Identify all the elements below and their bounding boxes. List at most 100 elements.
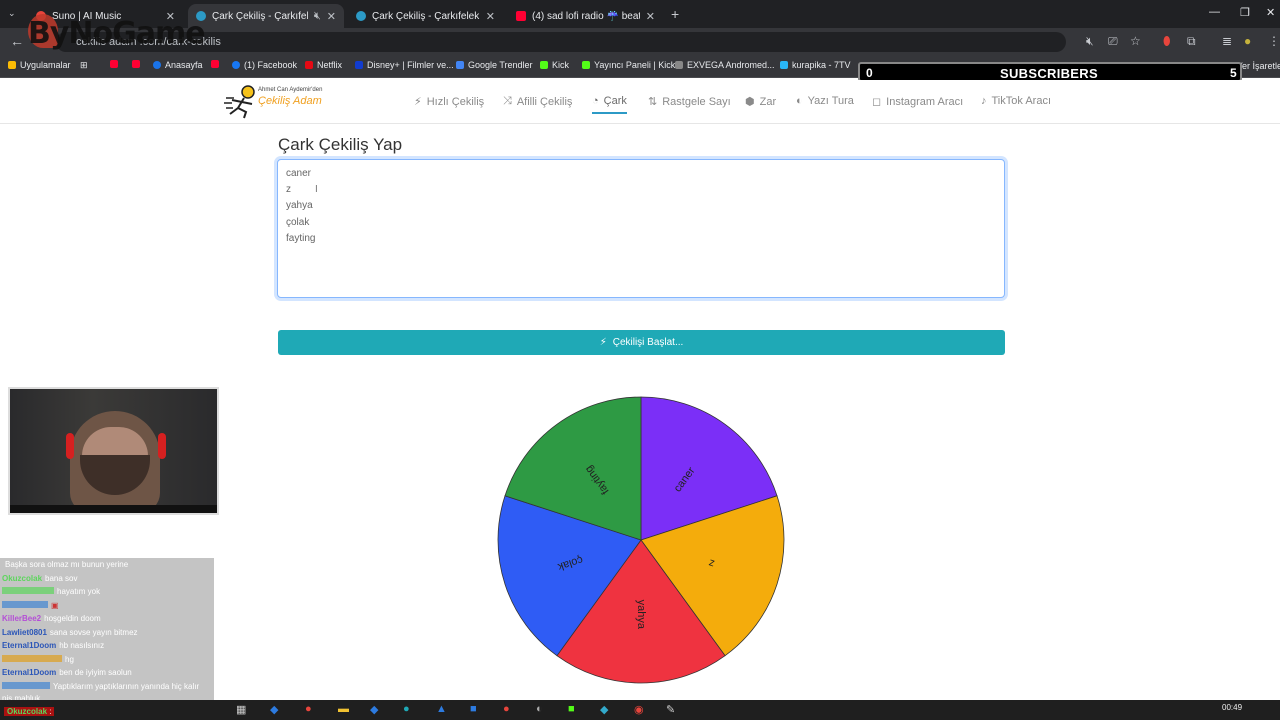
- chat-text: hg: [65, 654, 74, 664]
- tab-cark-cekilis[interactable]: Çark Çekiliş - Çarkıfelek - Hızlı Ç ✕: [348, 4, 503, 28]
- prize-wheel[interactable]: canerzyahyaçolakfayting: [496, 395, 786, 685]
- taskbar-app-icon[interactable]: ◆: [600, 703, 608, 716]
- shuffle-icon: ⤨: [503, 95, 512, 107]
- minimize-icon[interactable]: —: [1209, 6, 1220, 18]
- extensions-puzzle-icon[interactable]: ⧉: [1187, 34, 1196, 49]
- bookmark-7tv[interactable]: kurapika - 7TV: [780, 60, 851, 70]
- taskbar-app-icon[interactable]: ◆: [370, 703, 378, 716]
- chat-username: Eternal1Doom: [2, 668, 57, 677]
- taskbar-app-icon[interactable]: ■: [470, 703, 477, 715]
- bookmark-star-icon[interactable]: ☆: [1130, 34, 1141, 48]
- bookmark-anasayfa[interactable]: Anasayfa: [153, 60, 203, 70]
- bookmark-label: Yayıncı Paneli | Kick: [594, 60, 676, 70]
- close-tab-icon[interactable]: ✕: [486, 10, 495, 23]
- taskbar-app-icon[interactable]: ●: [503, 703, 510, 715]
- address-bar[interactable]: cekilis adam .com/cark-cekilis: [56, 32, 1066, 52]
- subscribers-start-count: 0: [866, 66, 873, 80]
- nav-label: TikTok Aracı: [991, 95, 1052, 107]
- taskbar-app-icon[interactable]: ◉: [634, 703, 644, 716]
- cast-icon[interactable]: ⎚: [1108, 34, 1118, 49]
- bookmark-grid[interactable]: ⊞: [80, 60, 88, 71]
- bookmark-label: kurapika - 7TV: [792, 60, 851, 70]
- entries-textarea[interactable]: caner zI yahya çolak fayting: [277, 159, 1005, 298]
- bookmark-disney[interactable]: Disney+ | Filmler ve...: [355, 60, 454, 70]
- taskbar-app-icon[interactable]: ▬: [338, 703, 349, 715]
- taskbar-app-icon[interactable]: ●: [403, 703, 410, 715]
- site-navbar: Ahmet Can Aydemir'den Çekiliş Adam ⚡︎ Hız…: [0, 80, 1280, 124]
- disney-icon: [355, 61, 363, 69]
- nav-rastgele-sayi[interactable]: ⇅ Rastgele Sayı: [648, 95, 731, 109]
- chat-username: Okuzcolak: [2, 573, 43, 583]
- taskbar-app-icon[interactable]: ■: [568, 703, 575, 715]
- os-taskbar: Okuzcolak : ▦ ◆ ● ▬ ◆ ● ▲ ■ ● ◐ ■ ◆ ◉ ✎ …: [0, 700, 1280, 720]
- taskbar-app-icon[interactable]: ◆: [270, 703, 278, 716]
- tiktok-icon: ♪: [981, 95, 987, 107]
- close-tab-icon[interactable]: ✕: [327, 10, 336, 23]
- chat-message: KillerBee2 hoşgeldin doom: [2, 614, 101, 623]
- taskbar-app-icon[interactable]: ◐: [536, 703, 543, 715]
- new-tab-button[interactable]: +: [671, 6, 679, 22]
- menu-icon[interactable]: ⋮: [1268, 34, 1280, 48]
- nav-cark[interactable]: ◔ Çark: [592, 95, 627, 114]
- nav-label: Zar: [759, 95, 777, 108]
- wheel-segment-label: yahya: [635, 600, 647, 630]
- chat-username: [2, 654, 62, 662]
- chat-username: [2, 600, 48, 608]
- taskbar-app-icon[interactable]: ✎: [666, 703, 675, 716]
- webcam-overlay: [8, 387, 219, 515]
- nav-instagram-araci[interactable]: ◻ Instagram Aracı: [872, 95, 963, 109]
- chat-username: Lawliet0801: [2, 627, 47, 637]
- chat-message: Eternal1Doom ben de iyiyim saolun: [2, 668, 132, 677]
- youtube-favicon-icon: [516, 11, 526, 21]
- tab-title: Çark Çekiliş - Çarkıfelek - Hızlı Ç: [372, 10, 480, 22]
- bolt-icon: ⚡︎: [414, 96, 422, 108]
- nav-yazi-tura[interactable]: ◐ Yazı Tura: [796, 95, 854, 107]
- mute-site-icon[interactable]: 🔇︎: [1086, 34, 1094, 49]
- bookmark-youtube[interactable]: [110, 60, 122, 68]
- chat-text: Yaptıklarım yaptıklarının yanında hiç ka…: [53, 681, 200, 691]
- nav-hizli-cekilis[interactable]: ⚡︎ Hızlı Çekiliş: [414, 95, 484, 109]
- bookmark-kick[interactable]: Kick: [540, 60, 569, 70]
- nav-tiktok-araci[interactable]: ♪ TikTok Aracı: [981, 95, 1051, 107]
- close-tab-icon[interactable]: ✕: [646, 10, 655, 23]
- taskbar-app-icon[interactable]: ●: [305, 703, 312, 715]
- profile-avatar[interactable]: ●: [1244, 34, 1251, 48]
- exvega-icon: [675, 61, 683, 69]
- bookmark-yayinci-paneli[interactable]: Yayıncı Paneli | Kick: [582, 60, 675, 70]
- bynogame-logo: ByNoGame: [28, 16, 206, 51]
- chat-message: Yaptıklarım yaptıklarının yanında hiç ka…: [2, 681, 200, 691]
- bookmark-google-trends[interactable]: Google Trendler: [456, 60, 533, 70]
- bookmark-label: EXVEGA Andromed...: [687, 60, 775, 70]
- chat-message: hayatım yok: [2, 587, 100, 596]
- chat-message: Lawliet0801 sana sovse yayın bitmez: [2, 628, 138, 637]
- site-brand[interactable]: Ahmet Can Aydemir'den Çekiliş Adam: [224, 84, 334, 120]
- bookmark-youtube[interactable]: [132, 60, 144, 68]
- taskbar-app-icon[interactable]: ▲: [436, 703, 447, 715]
- close-window-icon[interactable]: ✕: [1266, 6, 1275, 19]
- bookmark-netflix[interactable]: Netflix: [305, 60, 342, 70]
- tab-title: (4) sad lofi radio ☔ beats for ra: [532, 10, 640, 22]
- nav-zar[interactable]: ⬢ Zar: [745, 95, 777, 109]
- bookmark-facebook[interactable]: (1) Facebook: [232, 60, 297, 70]
- restore-icon[interactable]: ❐: [1240, 6, 1250, 19]
- entry-line: çolak: [286, 216, 310, 228]
- start-draw-button[interactable]: ⚡︎ Çekilişi Başlat...: [278, 330, 1005, 355]
- page-title: Çark Çekiliş Yap: [278, 135, 403, 154]
- taskbar-app-icon[interactable]: ▦: [236, 703, 246, 716]
- bookmark-youtube[interactable]: [211, 60, 223, 68]
- tab-cark-cekilis-active[interactable]: Çark Çekiliş - Çarkıfelek - Hızlı 🔇︎ ✕: [188, 4, 344, 28]
- mute-tab-icon[interactable]: 🔇︎: [314, 10, 321, 23]
- youtube-icon: [110, 60, 118, 68]
- media-icon[interactable]: ≣: [1222, 34, 1232, 48]
- bookmark-exvega[interactable]: EXVEGA Andromed...: [675, 60, 775, 70]
- bookmark-uygulamalar[interactable]: Uygulamalar: [8, 60, 71, 70]
- chat-text: hb nasılsınız: [59, 641, 105, 650]
- back-icon[interactable]: ←: [10, 33, 24, 49]
- extension-icon[interactable]: ⬮: [1163, 34, 1171, 49]
- tab-search-icon[interactable]: ⌄: [8, 8, 16, 19]
- kick-icon: [540, 61, 548, 69]
- subscribers-widget: 0 SUBSCRIBERS 5: [858, 62, 1242, 82]
- chat-message: hg: [2, 654, 74, 664]
- nav-afilli-cekilis[interactable]: ⤨ Afilli Çekiliş: [503, 95, 572, 108]
- tab-youtube-lofi[interactable]: (4) sad lofi radio ☔ beats for ra ✕: [508, 4, 663, 28]
